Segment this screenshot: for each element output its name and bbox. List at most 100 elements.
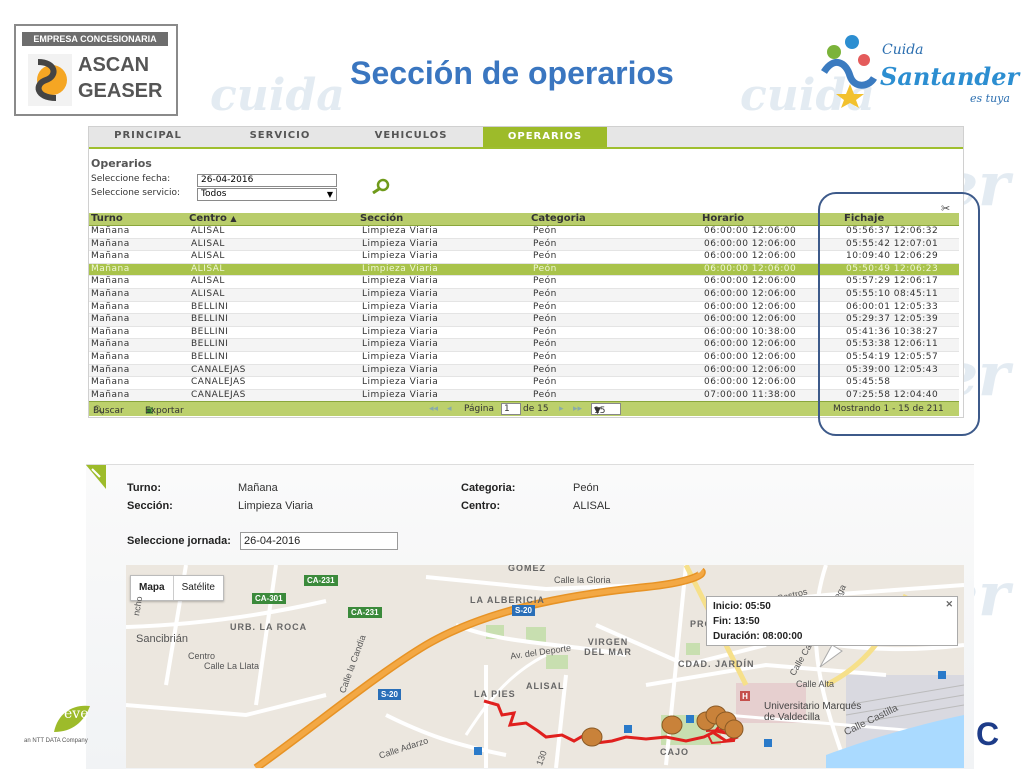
map-label-gloria: Calle la Gloria: [554, 575, 611, 585]
cell-turno: Mañana: [91, 226, 130, 236]
tab-operarios[interactable]: OPERARIOS: [483, 127, 607, 147]
page-size-select[interactable]: 15 ▼: [591, 403, 621, 416]
cell-centro: BELLINI: [191, 301, 229, 312]
tab-vehiculos[interactable]: VEHICULOS: [351, 130, 471, 145]
logo-text-2: Santander: [880, 62, 1020, 91]
map-type-satelite[interactable]: Satélite: [174, 576, 223, 600]
cell-turno: Mañana: [91, 288, 130, 299]
page-input[interactable]: 1: [501, 403, 521, 415]
cell-categoria: Peón: [533, 364, 557, 375]
first-page-icon[interactable]: ◂◂: [429, 404, 438, 414]
cell-turno: Mañana: [91, 364, 130, 375]
fecha-input[interactable]: 26-04-2016: [197, 174, 337, 187]
cell-horario: 07:00:00 11:38:00: [704, 389, 797, 400]
fichaje-highlight: [818, 192, 980, 436]
everis-text: eve: [64, 706, 89, 722]
cell-turno: Mañana: [91, 377, 130, 388]
cell-horario: 06:00:00 12:06:00: [704, 377, 797, 388]
map-label-alisal: ALISAL: [526, 681, 565, 691]
info-fin: Fin: 13:50: [713, 616, 760, 627]
road-shield-ca231: CA-231: [304, 575, 338, 586]
cell-categoria: Peón: [533, 351, 557, 362]
road-shield-ca231: CA-231: [348, 607, 382, 618]
cell-turno: Mañana: [91, 251, 130, 262]
map-label-roca: URB. LA ROCA: [230, 622, 308, 632]
cell-horario: 06:00:00 12:06:00: [704, 351, 797, 362]
jornada-input[interactable]: 26-04-2016: [240, 532, 398, 550]
page-count: de 15: [523, 404, 549, 414]
pagina-label: Página: [464, 404, 494, 414]
cell-centro: BELLINI: [191, 314, 229, 325]
servicio-select-value: Todos: [201, 189, 227, 199]
map-label-gomez: GOMEZ: [508, 565, 546, 573]
servicio-label: Seleccione servicio:: [91, 188, 181, 198]
cell-horario: 06:00:00 12:06:00: [704, 288, 797, 299]
turno-value: Mañana: [238, 482, 278, 494]
route-info-window: Inicio: 05:50 Fin: 13:50 Duración: 08:00…: [706, 596, 958, 646]
map-label-virgen: VIRGEN DEL MAR: [584, 637, 632, 657]
cell-turno: Mañana: [91, 301, 130, 312]
cell-turno: Mañana: [91, 339, 130, 350]
cell-categoria: Peón: [533, 339, 557, 350]
cell-categoria: Peón: [533, 251, 557, 262]
map-label-cajo: CAJO: [660, 747, 690, 757]
cell-categoria: Peón: [533, 389, 557, 400]
exportar-label: Exportar: [145, 406, 184, 416]
categoria-label: Categoria:: [461, 482, 516, 494]
search-icon[interactable]: [369, 178, 393, 194]
cell-turno: Mañana: [91, 263, 130, 274]
map-label-lapies: LA PIES: [474, 689, 516, 699]
everis-logo: eve an NTT DATA Company: [24, 700, 92, 750]
cell-turno: Mañana: [91, 238, 130, 249]
tab-servicio[interactable]: SERVICIO: [225, 130, 335, 145]
column-header-categoria[interactable]: Categoria: [531, 213, 586, 225]
categoria-value: Peón: [573, 482, 599, 494]
sort-asc-icon: ▲: [230, 214, 237, 223]
cell-seccion: Limpieza Viaria: [362, 389, 439, 400]
cell-categoria: Peón: [533, 326, 557, 337]
column-header-seccion[interactable]: Sección: [360, 213, 403, 225]
cell-horario: 06:00:00 12:06:00: [704, 263, 797, 274]
cell-horario: 06:00:00 12:06:00: [704, 238, 797, 249]
cell-horario: 06:00:00 10:38:00: [704, 326, 797, 337]
map-label-alberica: LA ALBERICIA: [470, 595, 545, 605]
info-duracion: Duración: 08:00:00: [713, 631, 803, 642]
column-header-centro[interactable]: Centro ▲: [189, 213, 236, 225]
tab-principal[interactable]: PRINCIPAL: [93, 130, 203, 145]
cell-horario: 06:00:00 12:06:00: [704, 301, 797, 312]
map-label-alta: Calle Alta: [796, 679, 835, 689]
cuida-santander-logo: Cuida Santander es tuya: [820, 32, 1020, 112]
last-page-icon[interactable]: ▸▸: [573, 404, 582, 414]
logo-figures-icon: [821, 35, 877, 108]
column-header-centro-label: Centro: [189, 213, 227, 224]
road-shield-s20: S-20: [378, 689, 401, 700]
cell-centro: ALISAL: [191, 238, 225, 249]
map-label-jardin: CDAD. JARDÍN: [678, 659, 755, 669]
logo-text-1: Cuida: [882, 42, 924, 58]
collapse-handle-icon[interactable]: [86, 465, 106, 489]
info-inicio: Inicio: 05:50: [713, 601, 771, 612]
map-label-sancibrian: Sancibrián: [136, 633, 188, 645]
servicio-select[interactable]: Todos ▼: [197, 188, 337, 201]
cell-centro: ALISAL: [191, 226, 225, 236]
cell-seccion: Limpieza Viaria: [362, 288, 439, 299]
column-header-turno[interactable]: Turno: [91, 213, 123, 225]
next-page-icon[interactable]: ▸: [559, 404, 564, 414]
cell-categoria: Peón: [533, 263, 557, 274]
cell-categoria: Peón: [533, 377, 557, 388]
cell-horario: 06:00:00 12:06:00: [704, 276, 797, 287]
cell-seccion: Limpieza Viaria: [362, 238, 439, 249]
cell-centro: BELLINI: [191, 351, 229, 362]
cell-centro: BELLINI: [191, 339, 229, 350]
buscar-label: Buscar: [93, 406, 124, 416]
cell-seccion: Limpieza Viaria: [362, 263, 439, 274]
prev-page-icon[interactable]: ◂: [447, 404, 452, 414]
jornada-label: Seleccione jornada:: [127, 535, 231, 547]
edge-glyph: C: [976, 716, 1000, 752]
close-icon[interactable]: ✕: [945, 599, 953, 610]
cell-turno: Mañana: [91, 389, 130, 400]
cell-seccion: Limpieza Viaria: [362, 339, 439, 350]
column-header-horario[interactable]: Horario: [702, 213, 744, 225]
cell-categoria: Peón: [533, 288, 557, 299]
road-shield-s20: S-20: [512, 605, 535, 616]
